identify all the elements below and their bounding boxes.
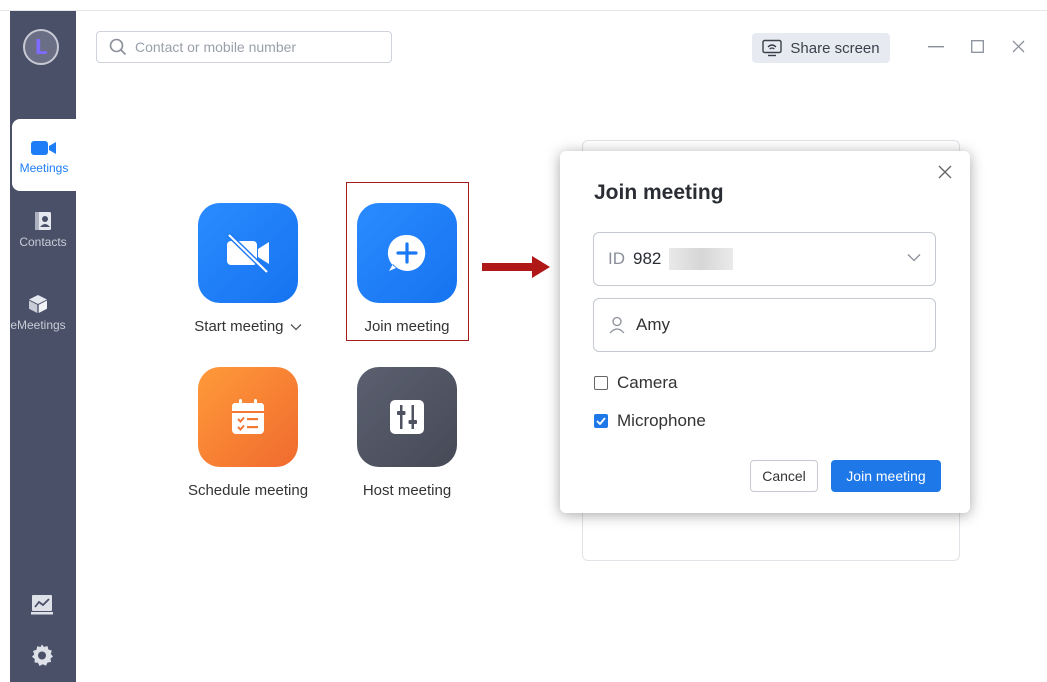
chevron-down-icon (290, 324, 302, 331)
sidebar-item-label: Meetings (19, 161, 69, 175)
plus-bubble-icon (387, 234, 426, 271)
window-top-border (0, 10, 1047, 11)
maximize-icon[interactable] (971, 40, 984, 53)
red-arrow-annotation (482, 256, 550, 278)
microphone-option[interactable]: Microphone (594, 411, 706, 431)
search-icon (109, 38, 127, 56)
user-icon (608, 316, 626, 334)
start-meeting-text: Start meeting (194, 318, 284, 335)
cube-icon (29, 295, 47, 313)
join-meeting-label[interactable]: Join meeting (327, 318, 487, 335)
avatar[interactable]: L (23, 29, 59, 65)
close-window-icon[interactable] (1012, 40, 1025, 53)
schedule-meeting-button[interactable] (198, 367, 298, 467)
name-value: Amy (636, 315, 670, 334)
camera-label: Camera (617, 373, 678, 392)
meeting-id-value: 982 (633, 249, 662, 268)
camera-option[interactable]: Camera (594, 373, 677, 393)
share-screen-icon (762, 39, 783, 57)
presentation-chart-icon[interactable] (30, 593, 54, 617)
schedule-meeting-label[interactable]: Schedule meeting (168, 482, 328, 499)
host-meeting-label[interactable]: Host meeting (327, 482, 487, 499)
search-placeholder: Contact or mobile number (135, 39, 297, 55)
sidebar-item-contacts[interactable]: Contacts (10, 211, 76, 249)
checkmark-icon (596, 417, 606, 425)
join-meeting-submit-button[interactable]: Join meeting (831, 460, 941, 492)
avatar-letter: L (34, 35, 48, 59)
video-off-icon (227, 233, 269, 274)
sidebar-item-label: eMeetings (10, 318, 66, 332)
name-field[interactable]: Amy (593, 298, 936, 352)
minimize-icon[interactable] (928, 46, 944, 48)
meeting-id-field[interactable]: ID 982 (593, 232, 936, 286)
join-meeting-dialog: Join meeting ID 982 Amy Camera Microphon… (560, 151, 970, 513)
host-meeting-button[interactable] (357, 367, 457, 467)
sidebar-item-label: Contacts (19, 235, 67, 249)
settings-gear-icon[interactable] (30, 643, 54, 667)
chevron-down-icon[interactable] (907, 253, 921, 262)
close-icon[interactable] (938, 165, 952, 179)
id-prefix: ID (608, 249, 625, 268)
share-screen-label: Share screen (790, 39, 880, 57)
cancel-button[interactable]: Cancel (750, 460, 818, 492)
camera-checkbox[interactable] (594, 376, 608, 390)
sidebar-item-meetings[interactable]: Meetings (12, 119, 76, 191)
calendar-icon (232, 399, 264, 434)
join-meeting-button[interactable] (357, 203, 457, 303)
sliders-icon (390, 400, 424, 434)
sidebar: L Meetings Contacts eMeetings (10, 11, 76, 682)
microphone-label: Microphone (617, 411, 706, 430)
search-input[interactable]: Contact or mobile number (96, 31, 392, 63)
redacted-id-digits (669, 248, 734, 270)
sidebar-item-emeetings[interactable]: eMeetings (0, 294, 76, 332)
start-meeting-label[interactable]: Start meeting (168, 318, 328, 335)
share-screen-button[interactable]: Share screen (752, 33, 890, 63)
contacts-book-icon (35, 212, 51, 230)
dialog-title: Join meeting (594, 181, 724, 204)
microphone-checkbox[interactable] (594, 414, 608, 428)
start-meeting-button[interactable] (198, 203, 298, 303)
video-camera-icon (31, 141, 56, 155)
